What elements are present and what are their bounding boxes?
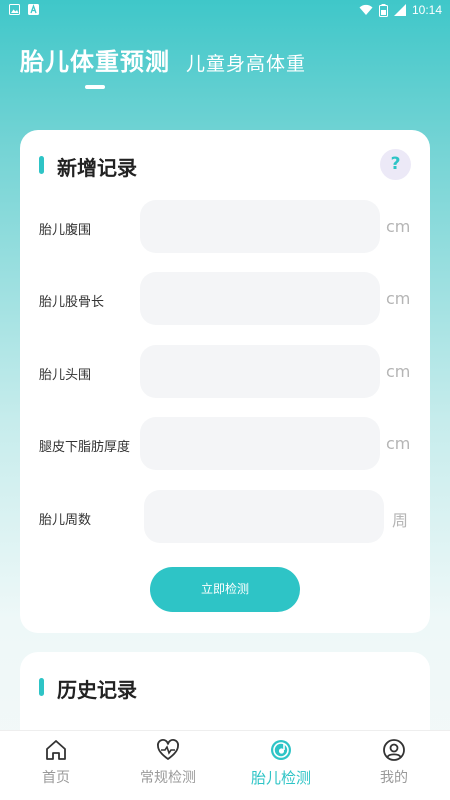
head-circumference-input[interactable]: [140, 345, 380, 398]
history-title: 历史记录: [57, 678, 137, 702]
thigh-subcutaneous-fat-input[interactable]: [140, 417, 380, 470]
field-label-head-circumference: 胎儿头围: [39, 368, 92, 383]
nav-item-fetal-check[interactable]: 胎儿检测: [225, 731, 337, 800]
new-record-title: 新增记录: [57, 156, 137, 180]
unit-label: 周: [392, 511, 409, 530]
home-icon: [46, 740, 66, 760]
app-notification-icon: [28, 4, 39, 15]
field-label-abdominal-circumference: 胎儿腹围: [39, 223, 92, 238]
nav-label-profile: 我的: [380, 770, 408, 786]
history-card: 历史记录: [20, 652, 430, 742]
nav-label-fetal-check: 胎儿检测: [250, 769, 311, 787]
field-label-femur-length: 胎儿股骨长: [39, 295, 105, 310]
profile-icon: [383, 739, 405, 761]
femur-length-input[interactable]: [140, 272, 380, 325]
abdominal-circumference-input[interactable]: [140, 200, 380, 253]
signal-icon: [393, 4, 406, 16]
wifi-icon: [359, 4, 373, 15]
fetus-icon: [271, 740, 291, 760]
tab-fetal-weight[interactable]: 胎儿体重预测: [20, 42, 170, 77]
section-accent-bar: [39, 156, 44, 174]
new-record-card: 新增记录 ? 胎儿腹围 cm 胎儿股骨长 cm 胎儿头围 cm 腿皮下脂肪厚度 …: [20, 130, 430, 633]
unit-label: cm: [386, 289, 411, 308]
tab-child-height-weight[interactable]: 儿童身高体重: [186, 49, 306, 76]
nav-item-routine-check[interactable]: 常规检测: [112, 731, 224, 800]
gestational-weeks-input[interactable]: [144, 490, 384, 543]
nav-item-profile[interactable]: 我的: [338, 731, 450, 800]
field-label-gestational-weeks: 胎儿周数: [39, 513, 92, 528]
help-button[interactable]: ?: [380, 149, 411, 180]
status-bar: 10:14: [0, 0, 450, 22]
heart-pulse-icon: [157, 739, 179, 760]
active-tab-indicator: [85, 85, 105, 89]
field-label-thigh-subcutaneous-fat: 腿皮下脂肪厚度: [39, 440, 131, 455]
nav-label-home: 首页: [42, 770, 70, 786]
status-time: 10:14: [411, 3, 442, 17]
battery-icon: [378, 3, 388, 17]
unit-label: cm: [386, 434, 411, 453]
nav-label-routine-check: 常规检测: [140, 770, 196, 786]
unit-label: cm: [386, 217, 411, 236]
detect-now-button[interactable]: 立即检测: [150, 567, 300, 612]
header-tabs: 胎儿体重预测 儿童身高体重: [20, 42, 306, 77]
gallery-notification-icon: [9, 4, 20, 15]
unit-label: cm: [386, 362, 411, 381]
nav-item-home[interactable]: 首页: [0, 731, 112, 800]
section-accent-bar: [39, 678, 44, 696]
bottom-nav: 首页 常规检测 胎儿检测 我的: [0, 730, 450, 800]
